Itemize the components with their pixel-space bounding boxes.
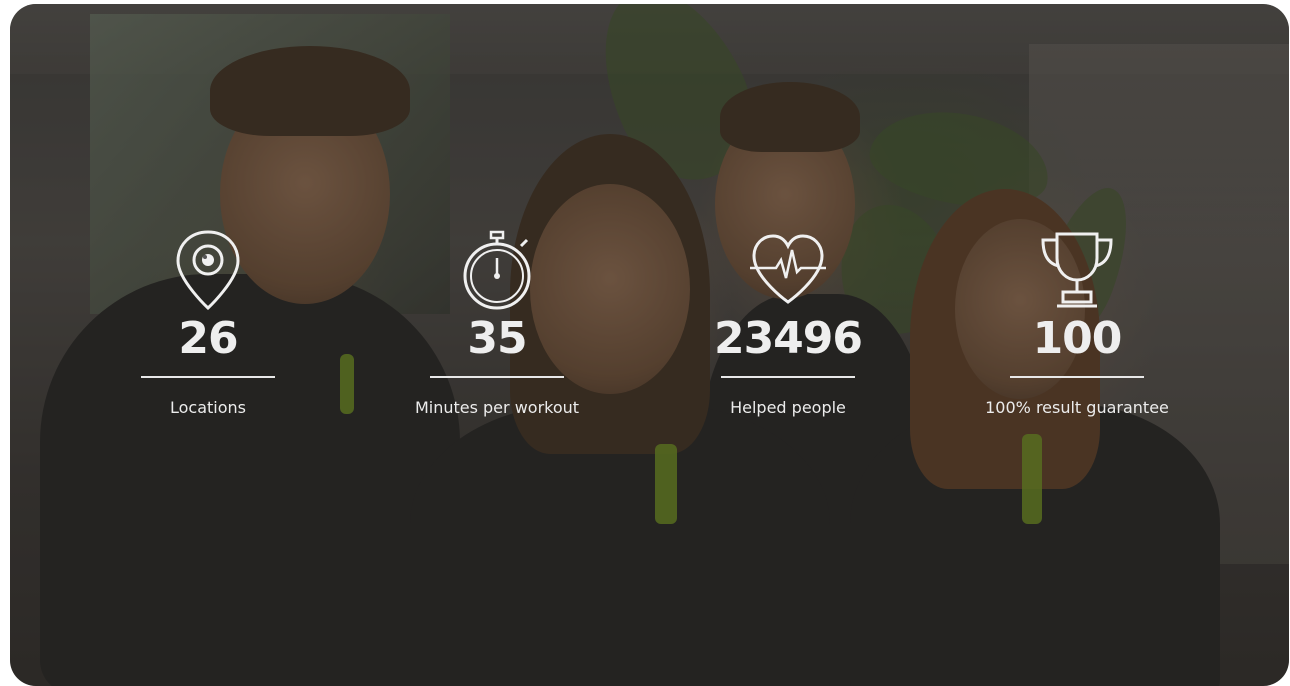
location-pin-icon xyxy=(176,230,240,311)
stat-value: 23496 xyxy=(713,313,863,364)
stat-divider xyxy=(430,376,564,378)
stopwatch-icon xyxy=(463,230,531,310)
stat-helped-people: 23496 Helped people xyxy=(668,228,908,417)
stat-label: Helped people xyxy=(730,398,846,417)
stat-value: 26 xyxy=(178,313,238,364)
stat-label: 100% result guarantee xyxy=(985,398,1169,417)
stat-divider xyxy=(1010,376,1144,378)
stat-result-guarantee: 100 100% result guarantee xyxy=(957,228,1197,417)
heartbeat-icon xyxy=(750,234,826,304)
trophy-icon xyxy=(1041,232,1113,308)
stat-minutes: 35 Minutes per workout xyxy=(377,228,617,417)
stat-value: 100 xyxy=(1032,313,1123,364)
stat-divider xyxy=(721,376,855,378)
stat-label: Locations xyxy=(169,398,246,417)
stat-divider xyxy=(141,376,275,378)
stat-label: Minutes per workout xyxy=(414,398,580,417)
stat-locations: 26 Locations xyxy=(88,228,328,417)
stat-value: 35 xyxy=(467,313,527,364)
